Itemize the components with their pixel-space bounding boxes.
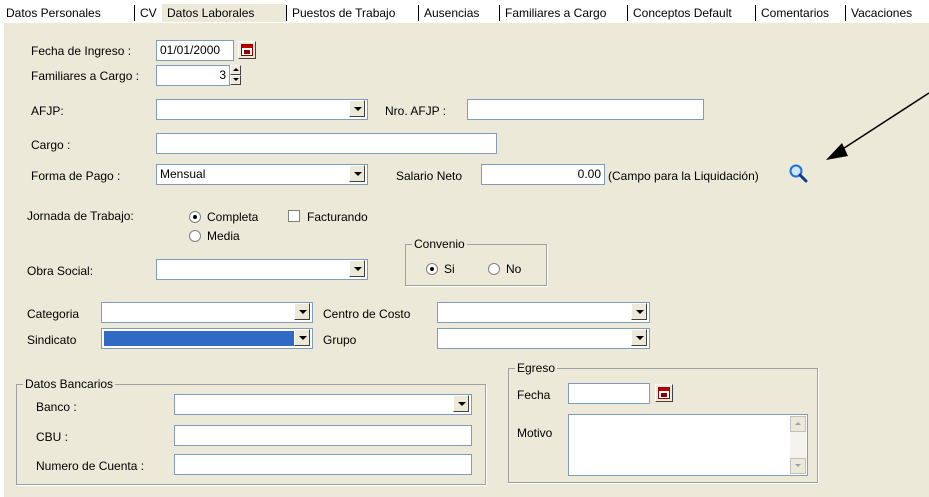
tab-separator [418, 5, 419, 21]
banco-label: Banco : [36, 400, 77, 414]
facturando-label: Facturando [307, 210, 368, 224]
fecha-ingreso-calendar-button[interactable] [238, 41, 256, 59]
forma-pago-label: Forma de Pago : [31, 169, 121, 183]
nro-afjp-field[interactable] [467, 99, 704, 120]
datos-bancarios-title: Datos Bancarios [23, 377, 116, 391]
cargo-field[interactable] [156, 133, 497, 154]
tab-ausencias[interactable]: Ausencias [421, 6, 482, 21]
cbu-field[interactable] [174, 425, 472, 446]
convenio-si-radio[interactable] [426, 263, 438, 275]
sindicato-label: Sindicato [27, 333, 77, 347]
forma-pago-select[interactable]: Mensual [156, 164, 368, 185]
scroll-up-icon[interactable] [790, 416, 806, 432]
tab-separator [134, 5, 135, 21]
salario-neto-label: Salario Neto [396, 169, 463, 183]
tab-datos-personales[interactable]: Datos Personales [3, 6, 104, 21]
chevron-down-icon[interactable] [349, 100, 365, 117]
fecha-ingreso-field[interactable]: 01/01/2000 [156, 40, 234, 61]
facturando-checkbox[interactable] [288, 210, 300, 222]
salario-note: (Campo para la Liquidación) [608, 169, 759, 183]
search-icon [789, 164, 808, 183]
spin-down-icon[interactable] [230, 75, 241, 85]
selection-highlight [104, 331, 294, 346]
tab-separator [845, 5, 846, 21]
search-button[interactable] [787, 162, 809, 184]
afjp-select[interactable] [156, 99, 368, 120]
centro-costo-select[interactable] [437, 302, 650, 323]
familiares-field[interactable]: 3 [156, 65, 230, 86]
numero-cuenta-label: Numero de Cuenta : [36, 459, 145, 473]
chevron-down-icon[interactable] [349, 165, 365, 182]
tab-separator [755, 5, 756, 21]
jornada-media-label: Media [207, 229, 240, 243]
tab-separator [286, 5, 287, 21]
categoria-label: Categoria [27, 307, 80, 321]
tab-conceptos-default[interactable]: Conceptos Default [630, 6, 735, 21]
egreso-fecha-label: Fecha [517, 388, 551, 402]
chevron-down-icon[interactable] [631, 329, 647, 346]
tab-strip: Datos Personales CV Datos Laborales Pues… [0, 0, 929, 23]
familiares-label: Familiares a Cargo : [31, 69, 140, 83]
tab-comentarios[interactable]: Comentarios [758, 6, 832, 21]
sindicato-select[interactable] [101, 328, 313, 349]
chevron-down-icon[interactable] [294, 303, 310, 320]
chevron-down-icon[interactable] [631, 303, 647, 320]
egreso-title: Egreso [515, 361, 558, 375]
centro-costo-label: Centro de Costo [323, 307, 411, 321]
tab-familiares-a-cargo[interactable]: Familiares a Cargo [502, 6, 609, 21]
obra-social-select[interactable] [156, 259, 368, 280]
egreso-motivo-label: Motivo [517, 426, 553, 440]
egreso-fecha-field[interactable] [568, 383, 650, 404]
tab-separator [499, 5, 500, 21]
jornada-completa-radio[interactable] [189, 211, 201, 223]
convenio-si-label: Si [444, 262, 455, 276]
nro-afjp-label: Nro. AFJP : [385, 104, 447, 118]
spin-up-icon[interactable] [230, 65, 241, 75]
familiares-spinner[interactable] [230, 65, 241, 85]
convenio-no-label: No [506, 262, 522, 276]
egreso-motivo-textarea[interactable] [568, 414, 808, 476]
grupo-select[interactable] [437, 328, 650, 349]
categoria-select[interactable] [101, 302, 313, 323]
obra-social-label: Obra Social: [27, 264, 94, 278]
cbu-label: CBU : [36, 430, 69, 444]
convenio-title: Convenio [412, 237, 467, 251]
fecha-ingreso-label: Fecha de Ingreso : [31, 44, 132, 58]
convenio-no-radio[interactable] [488, 263, 500, 275]
chevron-down-icon[interactable] [453, 395, 469, 412]
tab-puestos-de-trabajo[interactable]: Puestos de Trabajo [289, 6, 398, 21]
salario-neto-field[interactable]: 0.00 [481, 164, 605, 185]
chevron-down-icon[interactable] [294, 329, 310, 346]
jornada-label: Jornada de Trabajo: [27, 209, 134, 223]
egreso-fecha-calendar-button[interactable] [655, 384, 673, 402]
numero-cuenta-field[interactable] [174, 454, 472, 475]
cargo-label: Cargo : [31, 138, 71, 152]
chevron-down-icon[interactable] [349, 260, 365, 277]
vertical-scrollbar[interactable] [790, 416, 806, 474]
banco-select[interactable] [174, 394, 472, 415]
tab-datos-laborales[interactable]: Datos Laborales [164, 6, 257, 21]
tab-separator [627, 5, 628, 21]
calendar-icon [658, 387, 670, 399]
grupo-label: Grupo [323, 333, 357, 347]
scroll-down-icon[interactable] [790, 458, 806, 474]
afjp-label: AFJP: [31, 104, 64, 118]
jornada-media-radio[interactable] [189, 230, 201, 242]
tab-cv[interactable]: CV [137, 6, 160, 21]
calendar-icon [241, 44, 253, 56]
jornada-completa-label: Completa [207, 210, 259, 224]
tab-vacaciones[interactable]: Vacaciones [848, 6, 915, 21]
